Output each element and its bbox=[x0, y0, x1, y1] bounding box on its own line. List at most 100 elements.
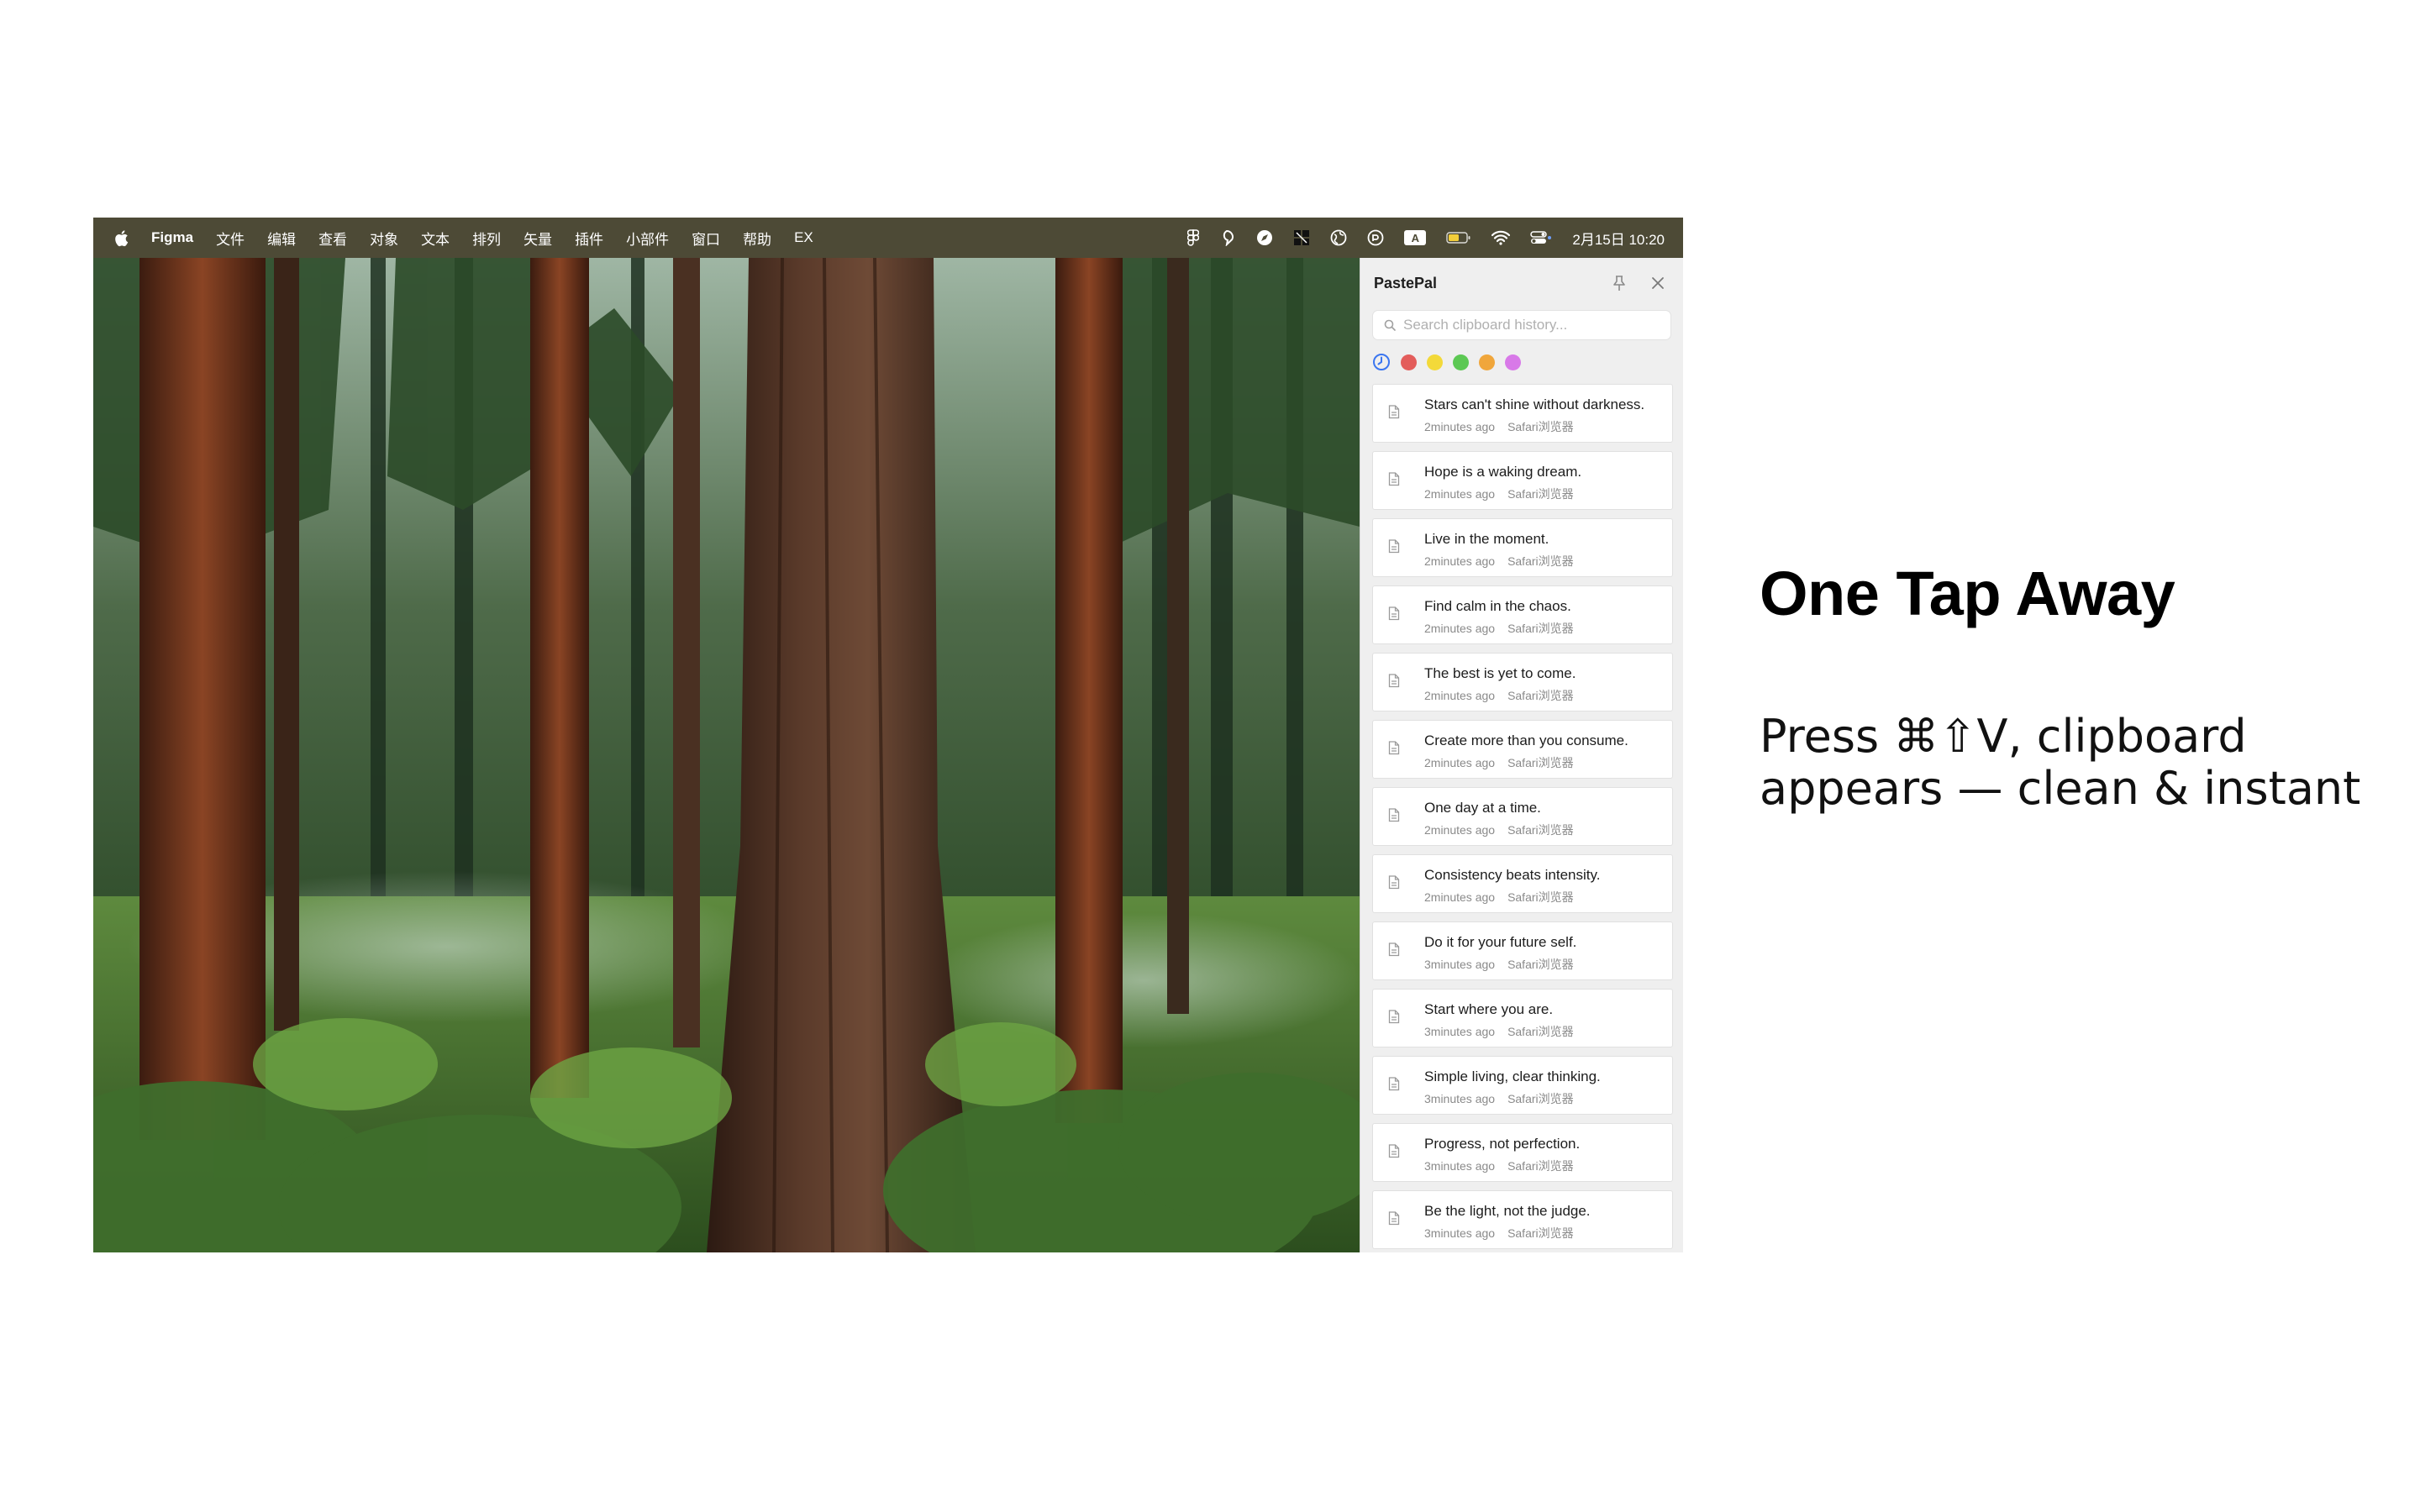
clipboard-item-source: Safari浏览器 bbox=[1507, 554, 1574, 568]
document-icon bbox=[1388, 942, 1400, 957]
panel-title: PastePal bbox=[1374, 275, 1438, 291]
menu-file[interactable]: 文件 bbox=[216, 228, 245, 249]
apple-icon[interactable] bbox=[113, 229, 129, 247]
filter-red-dot[interactable] bbox=[1401, 354, 1417, 370]
clipboard-item-source: Safari浏览器 bbox=[1507, 890, 1574, 904]
search-input[interactable] bbox=[1403, 317, 1655, 333]
document-icon bbox=[1388, 472, 1400, 486]
menu-plugins[interactable]: 插件 bbox=[575, 228, 603, 249]
clipboard-item-source: Safari浏览器 bbox=[1507, 1025, 1574, 1038]
clipboard-item-time: 3minutes ago bbox=[1424, 1092, 1496, 1105]
pastepal-panel: PastePal Stars can't shine without da bbox=[1360, 258, 1683, 1252]
clipboard-item-text: Do it for your future self. bbox=[1424, 934, 1577, 950]
filter-orange-dot[interactable] bbox=[1479, 354, 1495, 370]
clipboard-item-text: Consistency beats intensity. bbox=[1424, 867, 1601, 883]
menu-arrange[interactable]: 排列 bbox=[472, 228, 501, 249]
clipboard-item-time: 2minutes ago bbox=[1424, 622, 1496, 635]
battery-icon[interactable] bbox=[1446, 231, 1471, 244]
clipboard-history-list: Stars can't shine without darkness. 2minu… bbox=[1372, 384, 1673, 1252]
pastepal-menubar-icon[interactable] bbox=[1219, 229, 1236, 246]
clipboard-item-source: Safari浏览器 bbox=[1507, 823, 1574, 837]
close-icon bbox=[1652, 277, 1664, 289]
search-box[interactable] bbox=[1372, 310, 1671, 340]
menu-app-name[interactable]: Figma bbox=[151, 229, 193, 246]
clipboard-item-meta: 2minutes ago Safari浏览器 bbox=[1424, 754, 1574, 771]
clipboard-item-meta: 3minutes ago Safari浏览器 bbox=[1424, 1090, 1574, 1107]
clipboard-item-text: Progress, not perfection. bbox=[1424, 1136, 1581, 1152]
clipboard-item-meta: 3minutes ago Safari浏览器 bbox=[1424, 1225, 1574, 1242]
clipboard-item-meta: 3minutes ago Safari浏览器 bbox=[1424, 956, 1574, 973]
filter-purple-dot[interactable] bbox=[1505, 354, 1521, 370]
clipboard-item[interactable]: Start where you are. 3minutes ago Safari浏览… bbox=[1372, 989, 1673, 1047]
search-icon bbox=[1384, 319, 1396, 331]
document-icon bbox=[1388, 1144, 1400, 1158]
clipboard-item[interactable]: Progress, not perfection. 3minutes ago Saf… bbox=[1372, 1123, 1673, 1182]
menu-text[interactable]: 文本 bbox=[421, 228, 450, 249]
clipboard-item-source: Safari浏览器 bbox=[1507, 756, 1574, 769]
clipboard-item[interactable]: One day at a time. 2minutes ago Safari浏览器 bbox=[1372, 787, 1673, 846]
clipboard-item-meta: 2minutes ago Safari浏览器 bbox=[1424, 822, 1574, 838]
vpn-globe-icon[interactable] bbox=[1330, 229, 1347, 246]
clipboard-item-source: Safari浏览器 bbox=[1507, 622, 1574, 635]
clipboard-item-meta: 2minutes ago Safari浏览器 bbox=[1424, 553, 1574, 570]
menu-ex[interactable]: EX bbox=[794, 229, 813, 246]
history-clock-icon[interactable] bbox=[1372, 353, 1391, 371]
menu-help[interactable]: 帮助 bbox=[743, 228, 771, 249]
clipboard-item[interactable]: The best is yet to come. 2minutes ago Safa… bbox=[1372, 653, 1673, 711]
clipboard-item-source: Safari浏览器 bbox=[1507, 1159, 1574, 1173]
filter-yellow-dot[interactable] bbox=[1427, 354, 1443, 370]
clipboard-item[interactable]: Stars can't shine without darkness. 2minu… bbox=[1372, 384, 1673, 443]
clipboard-item-text: Simple living, clear thinking. bbox=[1424, 1068, 1601, 1084]
grid-app-icon[interactable] bbox=[1293, 229, 1310, 246]
input-method-icon[interactable]: A bbox=[1404, 230, 1427, 245]
clipboard-item-time: 2minutes ago bbox=[1424, 756, 1496, 769]
clipboard-item[interactable]: Consistency beats intensity. 2minutes ago… bbox=[1372, 854, 1673, 913]
document-icon bbox=[1388, 875, 1400, 890]
clipboard-item[interactable]: Create more than you consume. 2minutes ag… bbox=[1372, 720, 1673, 779]
clipboard-item[interactable]: Hope is a waking dream. 2minutes ago Safar… bbox=[1372, 451, 1673, 510]
clipboard-item-time: 2minutes ago bbox=[1424, 689, 1496, 702]
clipboard-item-source: Safari浏览器 bbox=[1507, 1092, 1574, 1105]
close-button[interactable] bbox=[1648, 273, 1668, 293]
clipboard-item-time: 2minutes ago bbox=[1424, 823, 1496, 837]
menu-bar: Figma 文件 编辑 查看 对象 文本 排列 矢量 插件 小部件 窗口 帮助 … bbox=[93, 218, 1683, 258]
panel-header: PastePal bbox=[1360, 258, 1683, 310]
menu-window[interactable]: 窗口 bbox=[692, 228, 720, 249]
document-icon bbox=[1388, 741, 1400, 755]
clipboard-item-meta: 3minutes ago Safari浏览器 bbox=[1424, 1023, 1574, 1040]
clipboard-item-text: Find calm in the chaos. bbox=[1424, 598, 1571, 614]
document-icon bbox=[1388, 405, 1400, 419]
clipboard-item-text: Hope is a waking dream. bbox=[1424, 464, 1582, 480]
clipboard-item[interactable]: Be the light, not the judge. 3minutes ago… bbox=[1372, 1190, 1673, 1249]
document-icon bbox=[1388, 1077, 1400, 1091]
forest-wallpaper bbox=[93, 258, 1360, 1252]
menu-object[interactable]: 对象 bbox=[370, 228, 398, 249]
clipboard-item-text: Live in the moment. bbox=[1424, 531, 1549, 547]
menu-vector[interactable]: 矢量 bbox=[523, 228, 552, 249]
clipboard-item-time: 3minutes ago bbox=[1424, 1226, 1496, 1240]
pin-button[interactable] bbox=[1609, 273, 1629, 293]
menu-widgets[interactable]: 小部件 bbox=[626, 228, 669, 249]
compass-icon[interactable] bbox=[1256, 229, 1273, 246]
wifi-icon[interactable] bbox=[1491, 230, 1511, 245]
document-icon bbox=[1388, 1211, 1400, 1226]
filter-green-dot[interactable] bbox=[1453, 354, 1469, 370]
menu-edit[interactable]: 编辑 bbox=[267, 228, 296, 249]
filter-bar bbox=[1372, 353, 1531, 371]
clipboard-item[interactable]: Do it for your future self. 3minutes ago S… bbox=[1372, 921, 1673, 980]
control-center-icon[interactable] bbox=[1530, 230, 1552, 245]
figma-icon[interactable] bbox=[1187, 229, 1200, 246]
clipboard-item[interactable]: Find calm in the chaos. 2minutes ago Safar… bbox=[1372, 585, 1673, 644]
clipboard-item[interactable]: Simple living, clear thinking. 3minutes a… bbox=[1372, 1056, 1673, 1115]
clipboard-item-time: 2minutes ago bbox=[1424, 890, 1496, 904]
menu-view[interactable]: 查看 bbox=[318, 228, 347, 249]
clipboard-item-text: Create more than you consume. bbox=[1424, 732, 1628, 748]
clipboard-item-text: Stars can't shine without darkness. bbox=[1424, 396, 1645, 412]
chat-bubble-icon[interactable] bbox=[1367, 229, 1384, 246]
clipboard-item-time: 2minutes ago bbox=[1424, 420, 1496, 433]
clipboard-item-meta: 2minutes ago Safari浏览器 bbox=[1424, 486, 1574, 502]
clipboard-item[interactable]: Live in the moment. 2minutes ago Safari浏览器 bbox=[1372, 518, 1673, 577]
clipboard-item-meta: 2minutes ago Safari浏览器 bbox=[1424, 418, 1574, 435]
clipboard-item-source: Safari浏览器 bbox=[1507, 420, 1574, 433]
menubar-clock[interactable]: 2月15日 10:20 bbox=[1572, 228, 1665, 249]
